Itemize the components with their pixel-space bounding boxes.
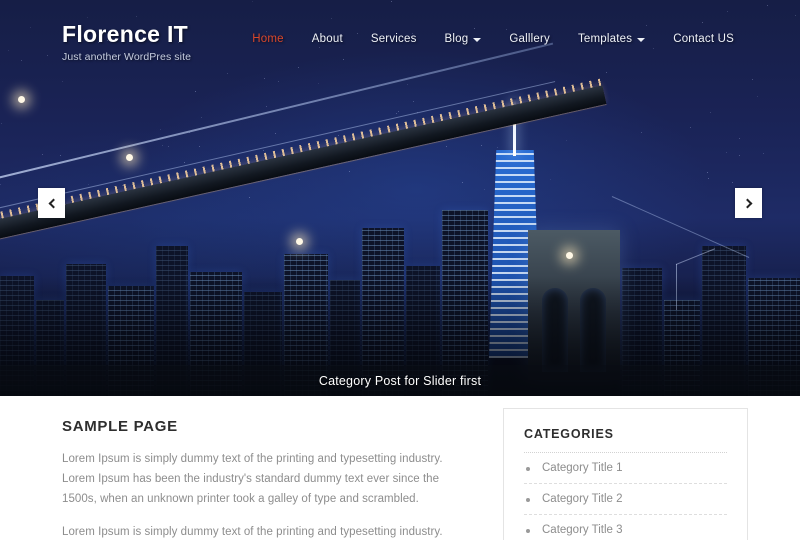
category-list-item[interactable]: Category Title 2 [524, 484, 727, 515]
nav-item-label: Home [252, 33, 284, 45]
content-area: SAMPLE PAGE Lorem Ipsum is simply dummy … [0, 396, 800, 540]
chevron-right-icon [742, 198, 752, 208]
category-list-item[interactable]: Category Title 3 [524, 515, 727, 540]
light-glow [566, 252, 573, 259]
light-glow [18, 96, 25, 103]
site-tagline: Just another WordPres site [62, 51, 192, 64]
main-column: SAMPLE PAGE Lorem Ipsum is simply dummy … [62, 396, 477, 540]
nav-item-home[interactable]: Home [238, 33, 297, 45]
categories-widget: CATEGORIES Category Title 1 Category Titl… [503, 408, 748, 540]
page-body: Lorem Ipsum is simply dummy text of the … [62, 449, 477, 540]
page-title: SAMPLE PAGE [62, 418, 178, 435]
body-paragraph: Lorem Ipsum is simply dummy text of the … [62, 453, 443, 506]
categories-list: Category Title 1 Category Title 2 Category… [524, 453, 727, 540]
chevron-left-icon [48, 198, 58, 208]
nav-item-contact-us[interactable]: Contact US [659, 33, 748, 45]
nav-item-label: Templates [577, 33, 633, 45]
widget-title: CATEGORIES [524, 427, 727, 453]
light-glow [126, 154, 133, 161]
primary-navigation[interactable]: Home About Services Blog Galllery Templates Co… [238, 0, 800, 45]
nav-item-label: Services [370, 33, 417, 45]
sidebar: CATEGORIES Category Title 1 Category Titl… [503, 396, 748, 540]
nav-item-galllery[interactable]: Galllery [495, 33, 564, 45]
nav-item-label: Contact US [673, 33, 734, 45]
nav-item-label: Blog [444, 33, 469, 45]
nav-item-blog[interactable]: Blog [431, 33, 496, 45]
nav-item-templates[interactable]: Templates [564, 33, 659, 45]
slider-prev-button[interactable] [38, 188, 65, 218]
site-header: Florence IT Just another WordPres site H… [0, 0, 800, 72]
nav-item-label: About [311, 33, 343, 45]
site-title[interactable]: Florence IT [62, 22, 191, 46]
nav-item-services[interactable]: Services [357, 33, 431, 45]
chevron-down-icon [473, 38, 482, 42]
slider-next-button[interactable] [735, 188, 762, 218]
nav-item-label: Galllery [509, 33, 550, 45]
category-list-item[interactable]: Category Title 1 [524, 453, 727, 484]
body-paragraph: Lorem Ipsum is simply dummy text of the … [62, 526, 443, 539]
nav-item-about[interactable]: About [298, 33, 357, 45]
slider-caption-bar: Category Post for Slider first [0, 365, 800, 396]
hero-slider: Florence IT Just another WordPres site H… [0, 0, 800, 396]
light-glow [296, 238, 303, 245]
slider-caption-text: Category Post for Slider first [318, 373, 482, 388]
site-branding[interactable]: Florence IT Just another WordPres site [0, 0, 191, 63]
chevron-down-icon [637, 38, 646, 42]
